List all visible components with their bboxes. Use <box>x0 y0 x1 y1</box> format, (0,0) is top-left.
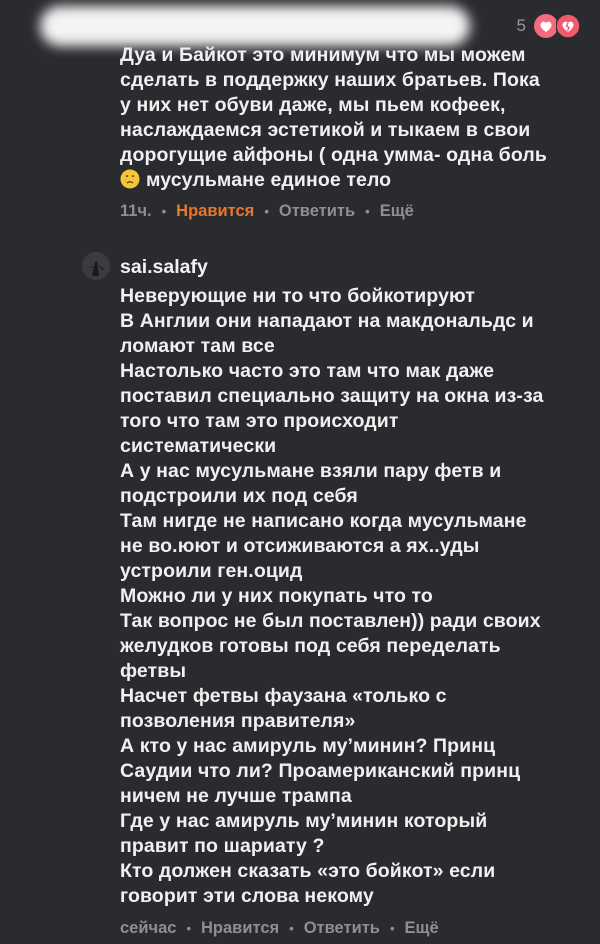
comment-time: сейчас <box>120 919 177 937</box>
second-comment-text: Неверующие ни то что бойкотируют В Англи… <box>120 284 580 909</box>
comment-line: дорогущие айфоны ( одна умма- одна боль <box>120 144 547 166</box>
more-link[interactable]: Ещё <box>380 202 414 221</box>
broken-heart-icon[interactable] <box>556 14 580 38</box>
comment-line: позволения правителя» <box>120 710 356 732</box>
separator-dot: • <box>161 204 167 219</box>
like-link[interactable]: Нравится <box>176 202 254 221</box>
comment-line: желудков готовы под себя переделать <box>120 635 501 657</box>
more-link[interactable]: Ещё <box>405 919 439 938</box>
comment-line-text: мусульмане единое тело <box>146 169 392 191</box>
separator-dot: • <box>264 204 269 219</box>
comment-line: Неверующие ни то что бойкотируют <box>120 285 475 307</box>
comment-line: устроили ген.оцид <box>120 560 303 582</box>
second-comment-actions: сейчас • Нравится • Ответить • Ещё <box>120 919 439 938</box>
comments-screen: 5 Дуа и Байкот это минимум что мы можем … <box>0 0 600 944</box>
comment-line: Там нигде не написано когда мусульмане <box>120 510 527 532</box>
avatar[interactable] <box>82 252 110 280</box>
comment-line: того что там это происходит <box>120 410 399 432</box>
comment-line: не во.юют и отсиживаются а ях..уды <box>120 535 480 557</box>
comment-line: мусульмане единое тело <box>120 168 580 193</box>
separator-dot: • <box>365 204 370 219</box>
comment-line: Кто должен сказать «это бойкот» если <box>120 860 496 882</box>
comment-line: систематически <box>120 435 277 457</box>
like-link[interactable]: Нравится <box>201 919 279 938</box>
comment-line: подстроили их под себя <box>120 485 358 507</box>
comment-line: Настолько часто это там что мак даже <box>120 360 495 382</box>
reactions-cluster[interactable]: 5 <box>517 14 580 38</box>
comment-line: Насчет фетвы фаузана «только с <box>120 685 447 707</box>
comment-time: 11ч. <box>120 202 152 220</box>
separator-dot: • <box>389 921 395 936</box>
comment-line: Где у нас амируль му’минин который <box>120 810 488 832</box>
comment-line: Саудии что ли? Проамериканский принц <box>120 760 521 782</box>
comment-line: поставил специально защиту на окна из-за <box>120 385 544 407</box>
comment-line: А у нас мусульмане взяли пару фетв и <box>120 460 502 482</box>
comment-line: А кто у нас амируль му’минин? Принц <box>120 735 496 757</box>
reply-link[interactable]: Ответить <box>279 202 355 221</box>
first-comment-text: Дуа и Байкот это минимум что мы можем сд… <box>120 43 580 193</box>
comment-line: ломают там все <box>120 335 275 357</box>
comment-line: Можно ли у них покупать что то <box>120 585 433 607</box>
reply-link[interactable]: Ответить <box>304 919 380 938</box>
redacted-username <box>40 6 470 46</box>
comment-username[interactable]: sai.salafy <box>120 256 208 279</box>
comment-line: ничем не лучше трампа <box>120 785 352 807</box>
comment-line: В Англии они нападают на макдональдс и <box>120 310 534 332</box>
first-comment-actions: 11ч. • Нравится • Ответить • Ещё <box>120 202 414 221</box>
separator-dot: • <box>289 921 294 936</box>
comment-line: наслаждаемся эстетикой и тыкаем в свои <box>120 119 531 141</box>
separator-dot: • <box>186 921 191 936</box>
heart-icon[interactable] <box>534 14 558 38</box>
comment-line: говорит эти слова некому <box>120 885 374 907</box>
crying-face-icon <box>120 169 140 189</box>
like-count: 5 <box>516 16 526 35</box>
comment-line: фетвы <box>120 660 187 682</box>
comment-line: у них нет обуви даже, мы пьем кофеек, <box>120 94 506 116</box>
comment-line: сделать в поддержку наших братьев. Пока <box>120 69 540 91</box>
comment-line: правит по шариату ? <box>120 835 325 857</box>
comment-line: Дуа и Байкот это минимум что мы можем <box>120 44 526 66</box>
comment-line: Так вопрос не был поставлен)) ради своих <box>120 610 541 632</box>
